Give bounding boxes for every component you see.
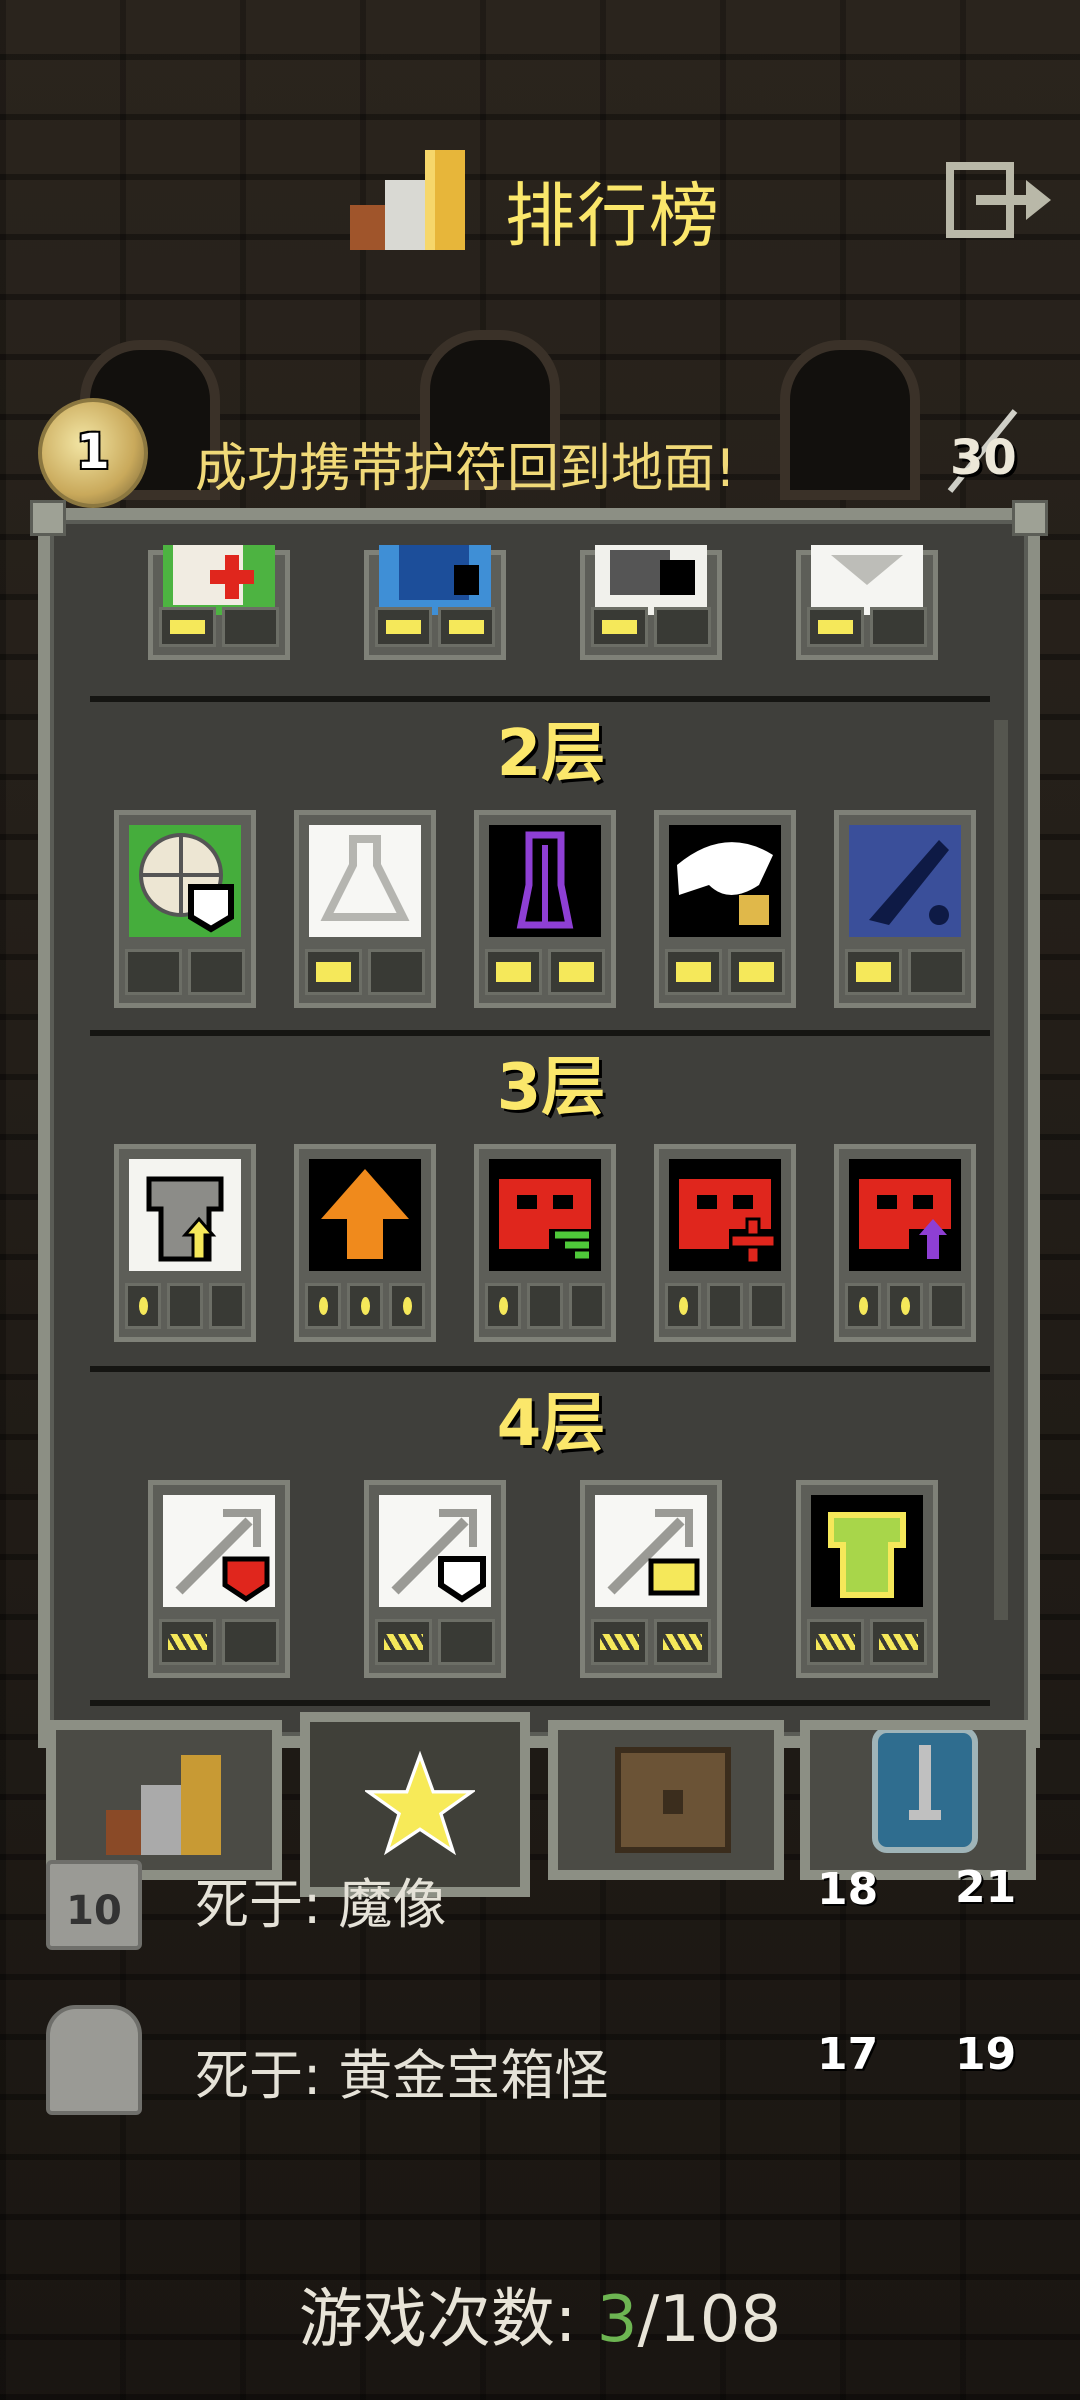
badge-cell[interactable] bbox=[294, 1144, 436, 1342]
badge-cell[interactable] bbox=[148, 545, 290, 660]
games-current: 3 bbox=[596, 2283, 638, 2357]
depth-badge: 17 bbox=[817, 2029, 879, 2080]
panel-corner bbox=[1012, 500, 1048, 536]
death-cause: 死于: 黄金宝箱怪 bbox=[195, 2044, 609, 2107]
page-title: 排行榜 bbox=[505, 175, 721, 257]
hero-level: 21 bbox=[955, 1862, 1017, 1913]
rank-badge: 1 bbox=[38, 398, 148, 508]
armor-badge-icon bbox=[811, 545, 923, 615]
weapon-gold-badge-icon bbox=[595, 1495, 707, 1607]
armor-upgrade-icon bbox=[129, 1159, 241, 1271]
badge-cell[interactable] bbox=[654, 1144, 796, 1342]
death-cause: 死于: 魔像 bbox=[195, 1873, 447, 1936]
scroll-badge-icon bbox=[379, 545, 491, 615]
rank-plaque: 10 bbox=[46, 1860, 142, 1950]
level-up-icon bbox=[309, 1159, 421, 1271]
leaderboard-icon bbox=[350, 150, 465, 250]
panel-corner bbox=[30, 500, 66, 536]
badge-cell[interactable] bbox=[796, 1480, 938, 1678]
badge-cell[interactable] bbox=[474, 1144, 616, 1342]
section-divider bbox=[90, 1700, 990, 1706]
badge-cell[interactable] bbox=[474, 810, 616, 1008]
badge-cell[interactable] bbox=[364, 1480, 506, 1678]
badge-cell[interactable] bbox=[654, 810, 796, 1008]
badge-cell[interactable] bbox=[580, 545, 722, 660]
dragon-badge-icon bbox=[669, 825, 781, 937]
leaderboard-icon bbox=[106, 1755, 221, 1855]
chest-icon bbox=[615, 1747, 731, 1853]
weapon-health-badge-icon bbox=[163, 1495, 275, 1607]
badge-cell[interactable] bbox=[148, 1480, 290, 1678]
weapon-defense-badge-icon bbox=[379, 1495, 491, 1607]
badges-panel[interactable]: 2层 3层 4层 bbox=[38, 508, 1040, 1748]
featured-record[interactable]: 1 成功携带护符回到地面! 30 bbox=[0, 398, 1080, 508]
games-played-label: 游戏次数: bbox=[298, 2283, 597, 2357]
wand-badge-icon bbox=[849, 825, 961, 937]
badge-cell[interactable] bbox=[294, 810, 436, 1008]
badge-cell[interactable] bbox=[834, 810, 976, 1008]
sword-card-icon bbox=[872, 1730, 978, 1853]
badge-cell[interactable] bbox=[114, 810, 256, 1008]
badge-cell[interactable] bbox=[580, 1480, 722, 1678]
tab-journal[interactable] bbox=[548, 1720, 784, 1880]
badge-cell[interactable] bbox=[834, 1144, 976, 1342]
badge-cell[interactable] bbox=[114, 1144, 256, 1342]
badge-cell[interactable] bbox=[364, 545, 506, 660]
games-played: 游戏次数: 3/108 bbox=[0, 2268, 1080, 2360]
scrollbar[interactable] bbox=[994, 720, 1008, 1620]
floor-heading: 2层 bbox=[496, 717, 606, 791]
hero-level: 19 bbox=[955, 2029, 1017, 2080]
gravestone-icon bbox=[46, 2005, 142, 2115]
star-icon bbox=[365, 1750, 475, 1856]
potion-badge-icon bbox=[309, 825, 421, 937]
list-item[interactable]: 死于: 黄金宝箱怪 17 19 bbox=[0, 2005, 1080, 2125]
games-total: /108 bbox=[637, 2283, 782, 2357]
floor-heading: 3层 bbox=[496, 1051, 606, 1125]
exit-icon[interactable] bbox=[946, 160, 1056, 240]
food-badge-icon bbox=[129, 825, 241, 937]
badge-cell[interactable] bbox=[796, 545, 938, 660]
depth-badge: 18 bbox=[817, 1864, 879, 1915]
key-badge-icon bbox=[595, 545, 707, 615]
monster-badge-icon bbox=[489, 1159, 601, 1271]
monster-magic-badge-icon bbox=[849, 1159, 961, 1271]
score-value: 30 bbox=[950, 430, 1017, 486]
monster-health-badge-icon bbox=[669, 1159, 781, 1271]
floor-heading: 4层 bbox=[496, 1387, 606, 1461]
header: 排行榜 bbox=[0, 120, 1080, 280]
mage-badge-icon bbox=[489, 825, 601, 937]
health-badge-icon bbox=[163, 545, 275, 615]
record-description: 成功携带护符回到地面! bbox=[195, 439, 736, 499]
list-item[interactable]: 10 死于: 魔像 18 21 bbox=[0, 1860, 1080, 1980]
golden-armor-badge-icon bbox=[811, 1495, 923, 1607]
tab-rankings[interactable] bbox=[46, 1720, 282, 1880]
